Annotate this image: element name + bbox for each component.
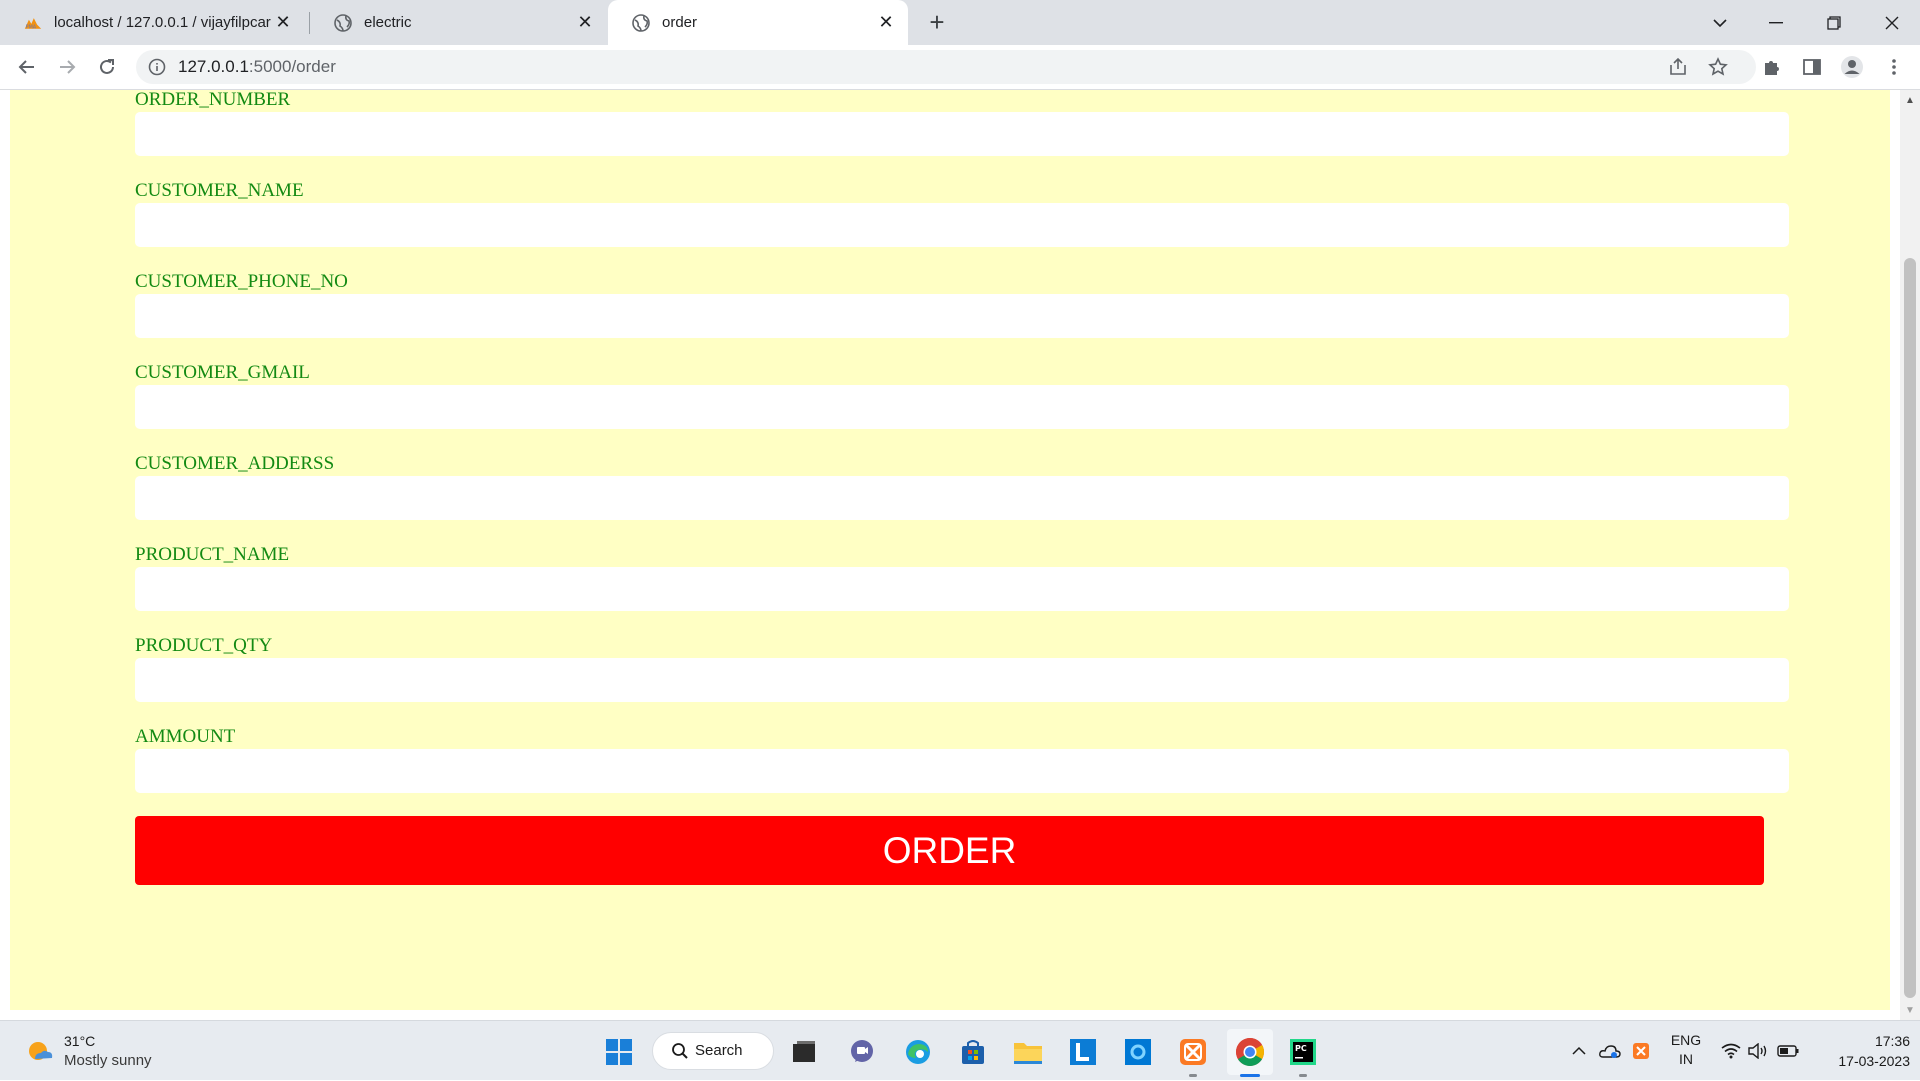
page-viewport: ORDER_NUMBER CUSTOMER_NAME CUSTOMER_PHON… <box>0 89 1920 1020</box>
language-code: ENG <box>1670 1032 1702 1048</box>
clock-time: 17:36 <box>1874 1033 1910 1049</box>
battery-icon[interactable] <box>1774 1021 1802 1081</box>
tab-title: electric <box>364 14 412 31</box>
taskbar-search[interactable]: Search <box>652 1032 774 1070</box>
task-view-icon[interactable] <box>785 1033 823 1071</box>
globe-icon <box>334 13 352 32</box>
xampp-icon[interactable] <box>1174 1033 1212 1071</box>
wifi-icon[interactable] <box>1718 1021 1744 1081</box>
amount-input[interactable] <box>135 749 1789 793</box>
start-windows-icon[interactable] <box>600 1033 638 1071</box>
product-qty-input[interactable] <box>135 658 1789 702</box>
scroll-thumb[interactable] <box>1904 258 1916 998</box>
menu-kebab-icon[interactable] <box>1878 51 1910 83</box>
weather-temperature: 31°C <box>64 1033 96 1049</box>
svg-text:PC: PC <box>1295 1044 1307 1053</box>
browser-toolbar: 127.0.0.1:5000/order <box>0 45 1920 90</box>
running-indicator <box>1299 1074 1307 1077</box>
tab-title: order <box>662 14 698 31</box>
label-customer-address: CUSTOMER_ADDERSS <box>135 453 335 474</box>
address-bar[interactable]: 127.0.0.1:5000/order <box>136 50 1756 84</box>
chrome-browser-icon[interactable] <box>1227 1029 1273 1075</box>
bookmark-star-icon[interactable] <box>1708 57 1728 82</box>
extensions-puzzle-icon[interactable] <box>1756 51 1788 83</box>
label-amount: AMMOUNT <box>135 726 236 747</box>
customer-address-input[interactable] <box>135 476 1789 520</box>
search-label: Search <box>695 1042 743 1059</box>
url-text: 127.0.0.1:5000/order <box>178 50 336 84</box>
tab-electric[interactable]: electric ✕ <box>310 0 607 45</box>
onedrive-cloud-icon[interactable] <box>1597 1021 1623 1081</box>
forward-arrow-icon[interactable] <box>51 51 83 83</box>
back-arrow-icon[interactable] <box>11 51 43 83</box>
tab-order[interactable]: order ✕ <box>608 0 908 45</box>
tab-phpmyadmin[interactable]: PMA localhost / 127.0.0.1 / vijayfilpcar… <box>0 0 305 45</box>
label-customer-gmail: CUSTOMER_GMAIL <box>135 362 310 383</box>
windows-taskbar: 31°C Mostly sunny Search PC ENG IN 17:36… <box>0 1020 1920 1080</box>
running-indicator <box>1189 1074 1197 1077</box>
active-app-indicator <box>1240 1074 1260 1077</box>
xampp-tray-icon[interactable] <box>1628 1021 1654 1081</box>
url-host: 127.0.0.1 <box>178 57 249 76</box>
microsoft-store-icon[interactable] <box>954 1033 992 1071</box>
phpmyadmin-icon: PMA <box>24 14 42 32</box>
file-explorer-folder-icon[interactable] <box>1009 1033 1047 1071</box>
profile-avatar-icon[interactable] <box>1836 51 1868 83</box>
order-form: ORDER_NUMBER CUSTOMER_NAME CUSTOMER_PHON… <box>10 89 1890 1010</box>
volume-speaker-icon[interactable] <box>1746 1021 1772 1081</box>
label-product-name: PRODUCT_NAME <box>135 544 290 565</box>
weather-description: Mostly sunny <box>64 1052 152 1069</box>
region-code: IN <box>1679 1051 1693 1067</box>
show-hidden-icons-chevron-icon[interactable] <box>1568 1021 1590 1081</box>
page-scrollbar[interactable]: ▲ ▼ <box>1900 90 1920 1020</box>
minimize-button[interactable] <box>1748 0 1804 45</box>
order-submit-button[interactable]: ORDER <box>135 816 1764 885</box>
close-tab-icon[interactable]: ✕ <box>575 12 595 33</box>
reload-icon[interactable] <box>91 51 123 83</box>
weather-sun-cloud-icon[interactable] <box>26 1037 54 1065</box>
close-tab-icon[interactable]: ✕ <box>876 12 896 33</box>
close-tab-icon[interactable]: ✕ <box>273 12 293 33</box>
label-customer-name: CUSTOMER_NAME <box>135 180 304 201</box>
label-customer-phone: CUSTOMER_PHONE_NO <box>135 271 348 292</box>
label-order-number: ORDER_NUMBER <box>135 89 291 110</box>
browser-tab-strip: PMA localhost / 127.0.0.1 / vijayfilpcar… <box>0 0 1920 45</box>
blue-app-icon[interactable] <box>1119 1033 1157 1071</box>
new-tab-button[interactable]: + <box>923 7 951 37</box>
customer-phone-input[interactable] <box>135 294 1789 338</box>
site-info-icon[interactable] <box>148 58 166 76</box>
tab-search-chevron-icon[interactable] <box>1692 0 1748 45</box>
teams-chat-icon[interactable] <box>843 1033 881 1071</box>
side-panel-icon[interactable] <box>1796 51 1828 83</box>
order-number-input[interactable] <box>135 112 1789 156</box>
pycharm-icon[interactable]: PC <box>1284 1033 1322 1071</box>
url-path: :5000/order <box>248 57 336 76</box>
close-window-button[interactable] <box>1864 0 1920 45</box>
globe-icon <box>632 13 650 32</box>
share-icon[interactable] <box>1668 57 1688 82</box>
restore-button[interactable] <box>1806 0 1862 45</box>
svg-text:PMA: PMA <box>26 24 37 30</box>
customer-name-input[interactable] <box>135 203 1789 247</box>
product-name-input[interactable] <box>135 567 1789 611</box>
scroll-down-arrow-icon[interactable]: ▼ <box>1900 1000 1920 1020</box>
customer-gmail-input[interactable] <box>135 385 1789 429</box>
scroll-up-arrow-icon[interactable]: ▲ <box>1900 90 1920 110</box>
edge-browser-icon[interactable] <box>899 1033 937 1071</box>
label-product-qty: PRODUCT_QTY <box>135 635 273 656</box>
input-language-indicator[interactable]: ENG IN <box>1666 1031 1706 1069</box>
l-app-icon[interactable] <box>1064 1033 1102 1071</box>
clock-date: 17-03-2023 <box>1838 1053 1910 1069</box>
taskbar-clock[interactable]: 17:36 17-03-2023 <box>1810 1031 1910 1071</box>
search-icon <box>671 1042 689 1065</box>
tab-title: localhost / 127.0.0.1 / vijayfilpcar <box>54 14 271 31</box>
